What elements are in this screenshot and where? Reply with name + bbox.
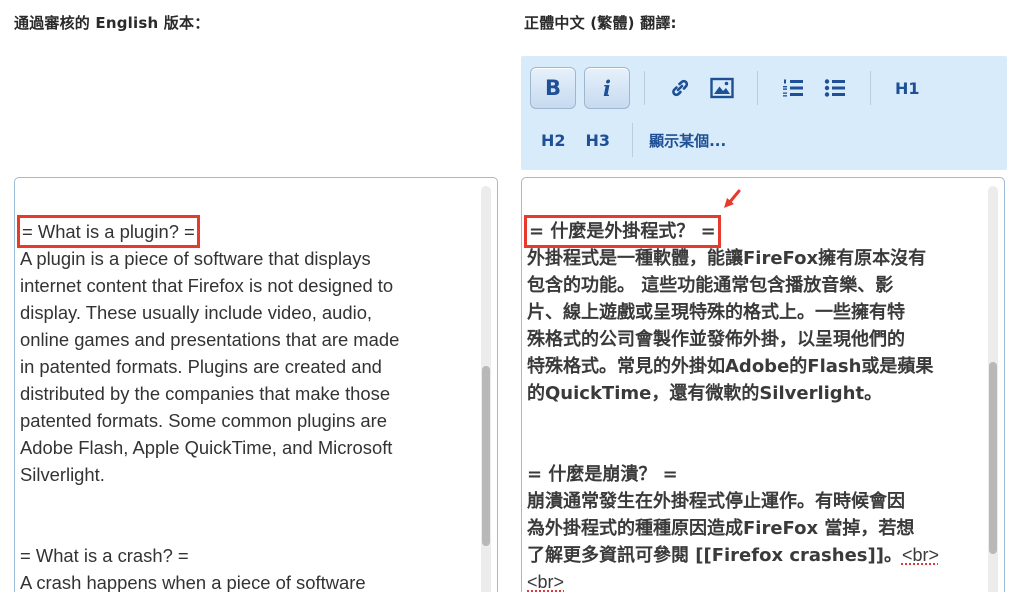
english-version-label: 通過審核的 English 版本： (14, 14, 210, 32)
show-some-button[interactable]: 顯示某個... (645, 120, 730, 160)
english-scroll-thumb[interactable] (482, 366, 490, 546)
english-scrollbar[interactable] (481, 186, 491, 592)
english-line: A plugin is a piece of software that dis… (20, 248, 371, 269)
english-line: Adobe Flash, Apple QuickTime, and Micros… (20, 437, 393, 458)
italic-button[interactable]: i (584, 67, 630, 109)
bold-button[interactable]: B (530, 67, 576, 109)
chinese-translation-label: 正體中文 (繁體) 翻譯: (524, 14, 677, 32)
english-source-textarea[interactable]: = What is a plugin? = A plugin is a piec… (14, 177, 498, 592)
chinese-line: 崩潰通常發生在外掛程式停止運作。有時候會因 (527, 491, 905, 512)
chinese-content: = 什麼是外掛程式？ = 外掛程式是一種軟體，能讓FireFox擁有原本沒有 包… (524, 215, 979, 592)
english-line: display. These usually include video, au… (20, 302, 373, 323)
editor-toolbar: B i H1 H2 H3 顯示某個... (521, 56, 1007, 170)
chinese-line: 外掛程式是一種軟體，能讓FireFox擁有原本沒有 (527, 248, 927, 269)
english-line: internet content that Firefox is not des… (20, 275, 394, 296)
toolbar-row-2: H2 H3 顯示某個... (521, 118, 730, 162)
heading3-button[interactable]: H3 (576, 120, 621, 160)
chinese-line: 殊格式的公司會製作並發佈外掛，以呈現他們的 (527, 329, 905, 350)
english-content: = What is a plugin? = A plugin is a piec… (17, 215, 460, 592)
english-line: in patented formats. Plugins are created… (20, 356, 382, 377)
br-tag: <br> (901, 545, 939, 565)
chinese-line: 片、線上遊戲或呈現特殊的格式上。一些擁有特 (527, 302, 905, 323)
link-icon[interactable] (663, 68, 697, 108)
chinese-scrollbar[interactable] (988, 186, 998, 592)
english-heading-crash: = What is a crash? = (20, 545, 189, 566)
chinese-scroll-thumb[interactable] (989, 362, 997, 554)
chinese-translation-textarea[interactable]: = 什麼是外掛程式？ = 外掛程式是一種軟體，能讓FireFox擁有原本沒有 包… (521, 177, 1005, 592)
toolbar-separator (644, 71, 645, 105)
toolbar-separator (757, 71, 758, 105)
chinese-line: 的QuickTime，還有微軟的Silverlight。 (527, 383, 883, 404)
chinese-line: 包含的功能。 這些功能通常包含播放音樂、影 (527, 275, 894, 296)
chinese-line: 為外掛程式的種種原因造成FireFox 當掉，若想 (527, 518, 915, 539)
chinese-heading-plugin: = 什麼是外掛程式？ = (524, 215, 721, 248)
annotation-arrow-icon (724, 189, 741, 208)
bullet-list-icon[interactable] (818, 68, 852, 108)
chinese-line: 了解更多資訊可參閱 [[Firefox crashes]]。 (527, 545, 902, 566)
chinese-line: 特殊格式。常見的外掛如Adobe的Flash或是蘋果 (527, 356, 934, 377)
english-line: distributed by the companies that make t… (20, 383, 391, 404)
english-line: Silverlight. (20, 464, 105, 485)
ordered-list-icon[interactable] (776, 68, 810, 108)
translation-page: 通過審核的 English 版本： 正體中文 (繁體) 翻譯: B i H1 H… (0, 0, 1024, 592)
heading2-button[interactable]: H2 (531, 120, 576, 160)
chinese-heading-crash: = 什麼是崩潰？ = (527, 464, 678, 485)
image-icon[interactable] (705, 68, 739, 108)
heading1-button[interactable]: H1 (885, 68, 930, 108)
toolbar-row-1: B i H1 (521, 66, 930, 110)
english-line: patented formats. Some common plugins ar… (20, 410, 387, 431)
english-line: A crash happens when a piece of software (20, 572, 366, 592)
toolbar-separator (632, 123, 634, 157)
toolbar-separator (870, 71, 871, 105)
english-line: online games and presentations that are … (20, 329, 400, 350)
english-heading-plugin: = What is a plugin? = (17, 215, 200, 248)
br-tag: <br> (527, 572, 565, 592)
